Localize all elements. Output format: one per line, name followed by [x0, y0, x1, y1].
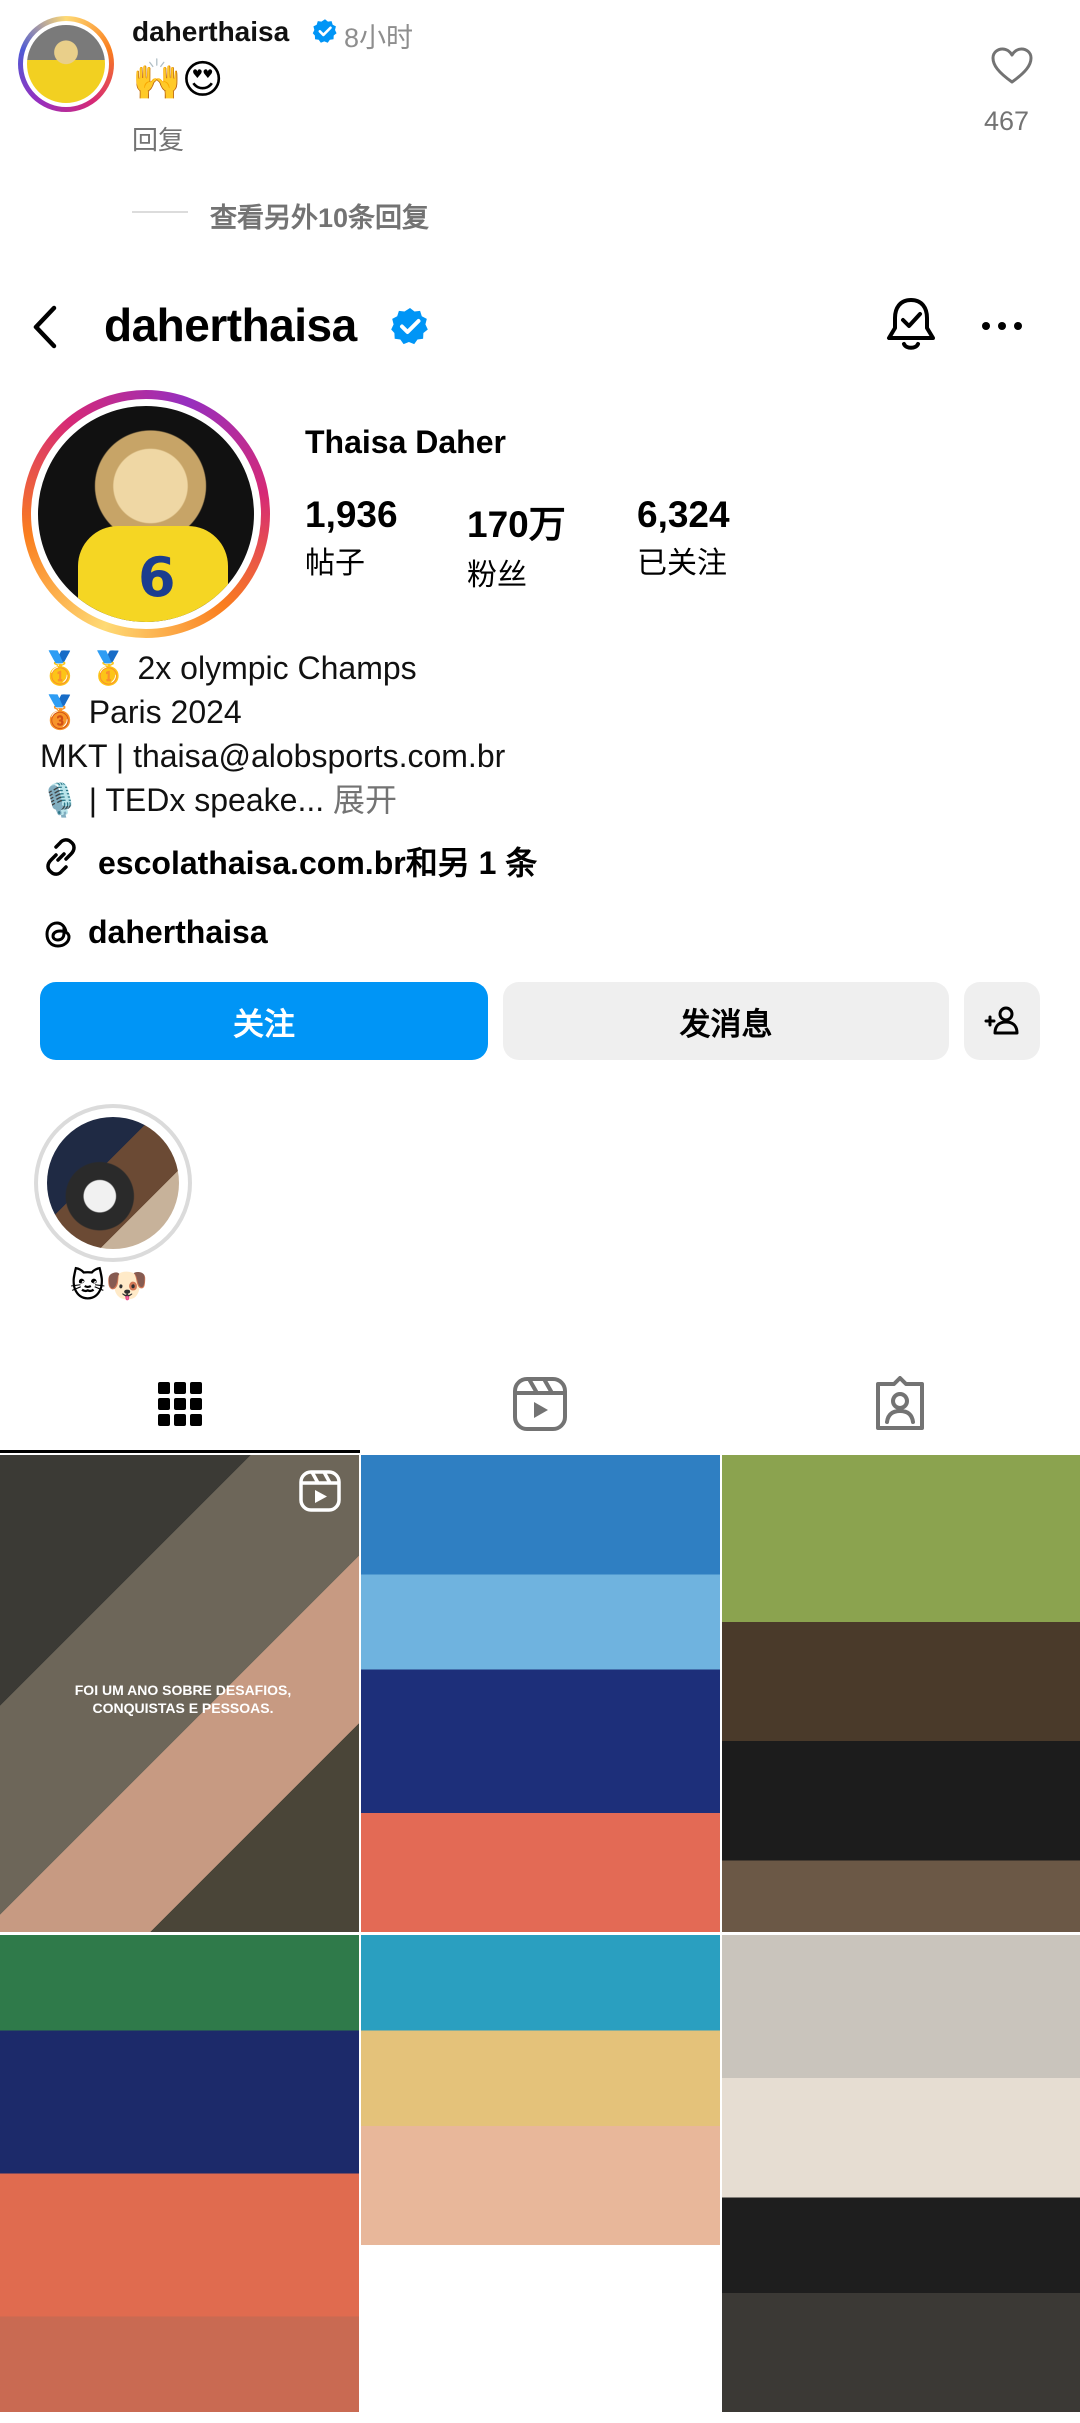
heart-icon[interactable] [990, 46, 1034, 86]
verified-badge-icon [391, 308, 428, 345]
bio-expand-button[interactable]: 展开 [333, 782, 397, 818]
stat-value: 6,324 [637, 494, 730, 535]
stat-label: 粉丝 [467, 559, 527, 592]
comment-username[interactable]: daherthaisa [132, 16, 289, 48]
bio-line[interactable]: MKT | thaisa@alobsports.com.br [40, 734, 505, 778]
highlight-label: 🐱🐶 [70, 1267, 148, 1305]
message-button[interactable]: 发消息 [503, 982, 949, 1060]
back-arrow-icon[interactable] [26, 302, 66, 352]
bio-line-last: 🎙️ | TEDx speake... 展开 [40, 778, 505, 822]
profile-photo: 6 [31, 399, 261, 629]
stat-label: 已关注 [637, 547, 727, 580]
comment-avatar[interactable] [18, 16, 114, 112]
bio: 🥇 🥇 2x olympic Champs 🥉 Paris 2024 MKT |… [40, 646, 505, 822]
follow-button[interactable]: 关注 [40, 982, 488, 1060]
post-thumbnail[interactable] [361, 1455, 720, 1932]
more-options-icon[interactable] [978, 302, 1026, 350]
replies-divider [132, 211, 188, 213]
comment-text: 🙌😍 [132, 58, 224, 102]
comment-item: daherthaisa 8小时 🙌😍 回复 467 查看另外10条回复 [0, 0, 1080, 250]
view-more-replies-button[interactable]: 查看另外10条回复 [210, 196, 429, 235]
stat-followers[interactable]: 170万 粉丝 [467, 494, 566, 594]
link-icon [46, 838, 76, 876]
post-thumbnail[interactable] [0, 1935, 359, 2412]
grid-icon [158, 1382, 202, 1426]
suggested-users-button[interactable] [964, 982, 1040, 1060]
post-thumbnail[interactable] [722, 1455, 1080, 1932]
comment-time: 8小时 [344, 23, 414, 53]
profile-avatar[interactable]: 6 [22, 390, 270, 638]
profile-tabs [0, 1355, 1080, 1453]
header-username: daherthaisa [104, 299, 357, 351]
tagged-person-icon [876, 1376, 924, 1430]
stat-label: 帖子 [305, 547, 365, 580]
post-caption: FOI UM ANO SOBRE DESAFIOS, CONQUISTAS E … [74, 1682, 292, 1716]
threads-icon [45, 921, 71, 948]
stat-following[interactable]: 6,324 已关注 [637, 494, 730, 582]
notifications-bell-icon[interactable] [883, 294, 939, 354]
like-count: 467 [984, 106, 1030, 136]
posts-grid: FOI UM ANO SOBRE DESAFIOS, CONQUISTAS E … [0, 1455, 1080, 2423]
post-thumbnail[interactable] [361, 1935, 720, 2412]
reply-button[interactable]: 回复 [132, 120, 184, 157]
bio-line: 🥇 🥇 2x olympic Champs [40, 650, 417, 686]
reel-indicator-icon [299, 1470, 341, 1512]
add-person-icon [984, 1006, 1019, 1035]
profile-header: daherthaisa [0, 280, 1080, 370]
tab-reels[interactable] [360, 1355, 720, 1453]
story-highlight[interactable] [34, 1104, 192, 1262]
stat-value: 170万 [467, 504, 566, 545]
bio-line: 🥉 Paris 2024 [40, 694, 242, 730]
display-name: Thaisa Daher [305, 424, 506, 460]
stat-posts[interactable]: 1,936 帖子 [305, 494, 398, 582]
post-thumbnail[interactable] [722, 1935, 1080, 2412]
reels-icon [513, 1377, 567, 1431]
highlight-cover [47, 1117, 179, 1249]
link-text[interactable]: escolathaisa.com.br和另 1 条 [98, 838, 537, 884]
bio-line-text: 🎙️ | TEDx speake... [40, 782, 325, 818]
tab-posts-grid[interactable] [0, 1355, 360, 1453]
tab-tagged[interactable] [720, 1355, 1080, 1453]
threads-handle[interactable]: daherthaisa [88, 914, 268, 951]
post-thumbnail[interactable]: FOI UM ANO SOBRE DESAFIOS, CONQUISTAS E … [0, 1455, 359, 1932]
verified-badge-icon [312, 19, 337, 43]
avatar-image [23, 21, 109, 107]
stat-value: 1,936 [305, 494, 398, 535]
